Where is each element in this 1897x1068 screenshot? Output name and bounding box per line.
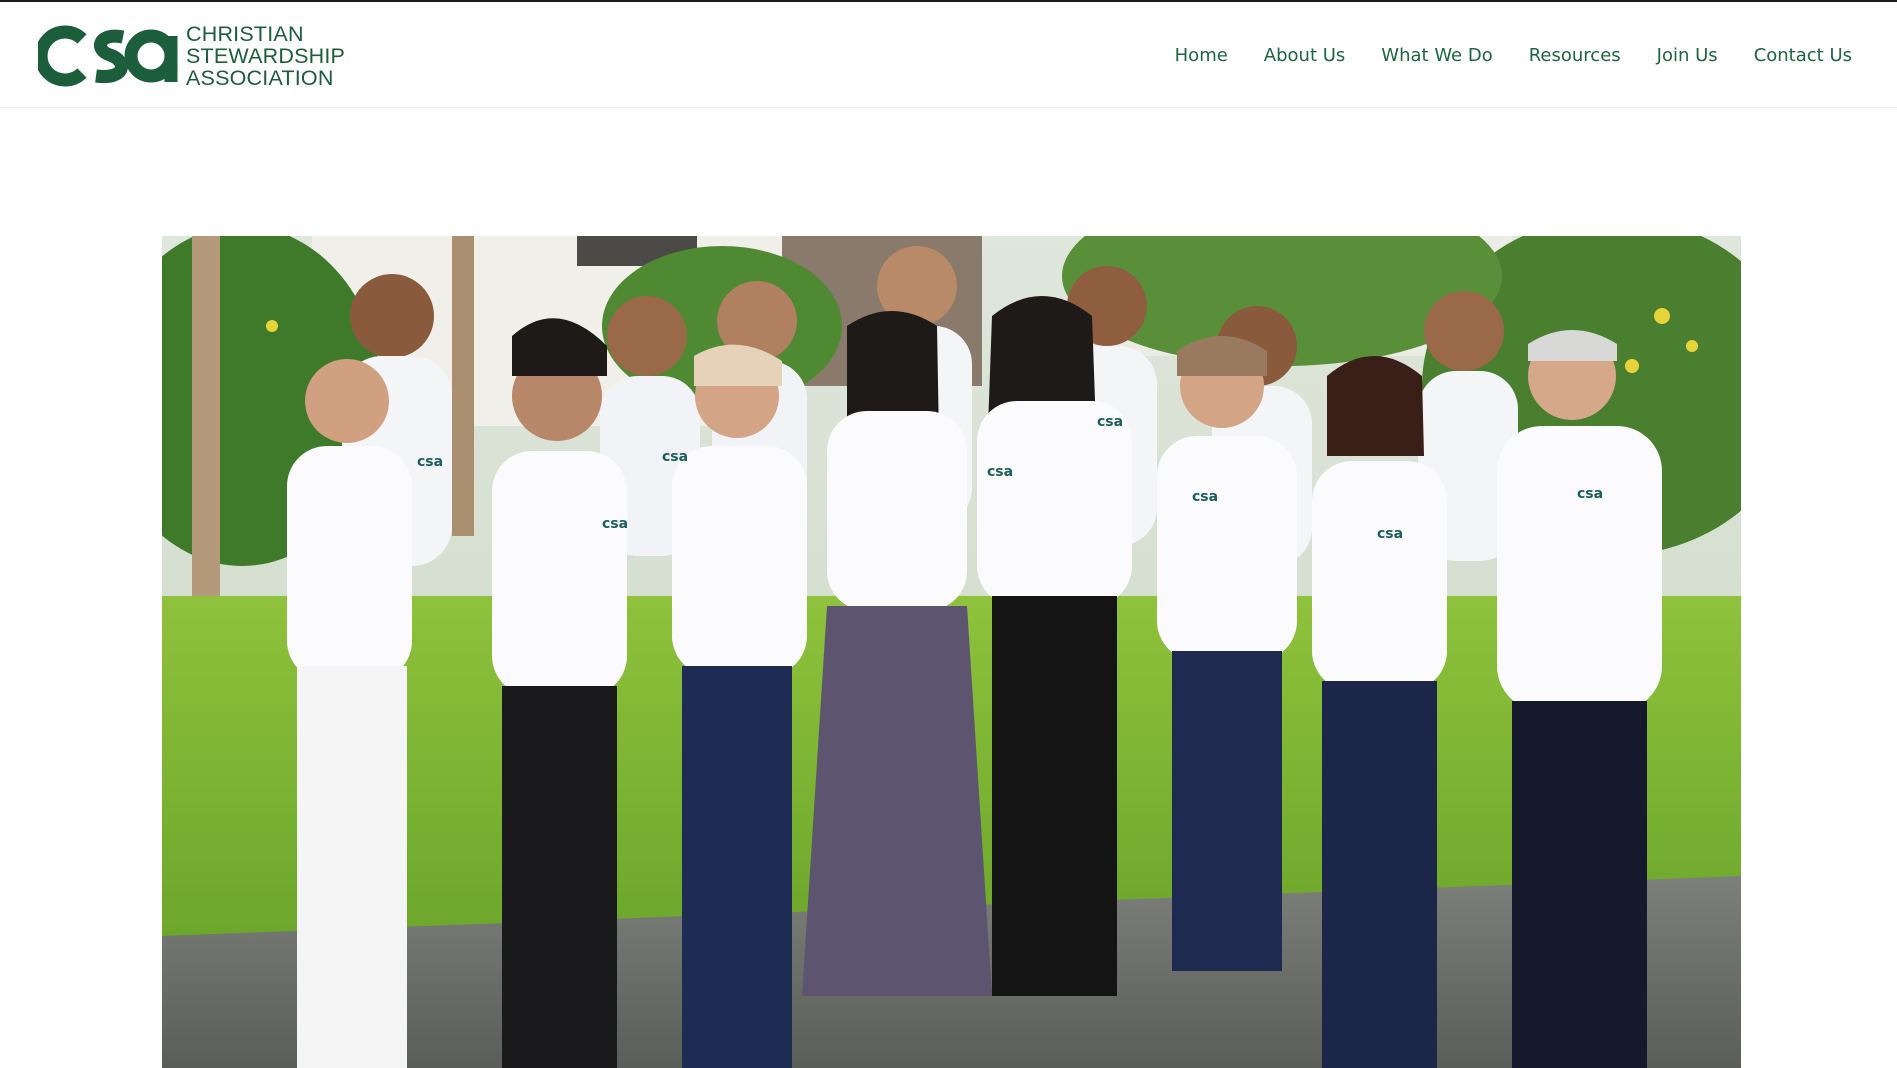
svg-text:csa: csa [987,464,1013,480]
svg-text:csa: csa [662,449,688,465]
team-photo-illustration: csa csa csa csa csa csa csa csa [162,236,1741,1068]
svg-text:csa: csa [1377,526,1403,542]
nav-home[interactable]: Home [1175,45,1228,66]
svg-text:csa: csa [417,454,443,470]
logo-line-1: CHRISTIAN [186,22,304,46]
nav-join-us[interactable]: Join Us [1657,45,1718,66]
csa-logo-mark [38,25,178,87]
nav-resources[interactable]: Resources [1529,45,1621,66]
svg-text:csa: csa [1577,486,1603,502]
svg-text:csa: csa [1097,414,1123,430]
site-header: CHRISTIAN STEWARDSHIP ASSOCIATION Home A… [0,2,1897,108]
logo-line-2: STEWARDSHIP [186,44,346,68]
svg-text:csa: csa [1192,489,1218,505]
site-logo[interactable]: CHRISTIAN STEWARDSHIP ASSOCIATION [38,22,345,90]
main-nav: Home About Us What We Do Resources Join … [1139,2,1852,108]
hero-team-photo: csa csa csa csa csa csa csa csa [162,236,1741,1068]
nav-contact-us[interactable]: Contact Us [1754,45,1852,66]
logo-wordmark: CHRISTIAN STEWARDSHIP ASSOCIATION [186,23,345,89]
logo-line-3: ASSOCIATION [186,66,334,90]
svg-text:csa: csa [602,516,628,532]
nav-what-we-do[interactable]: What We Do [1381,45,1492,66]
nav-about-us[interactable]: About Us [1264,45,1346,66]
